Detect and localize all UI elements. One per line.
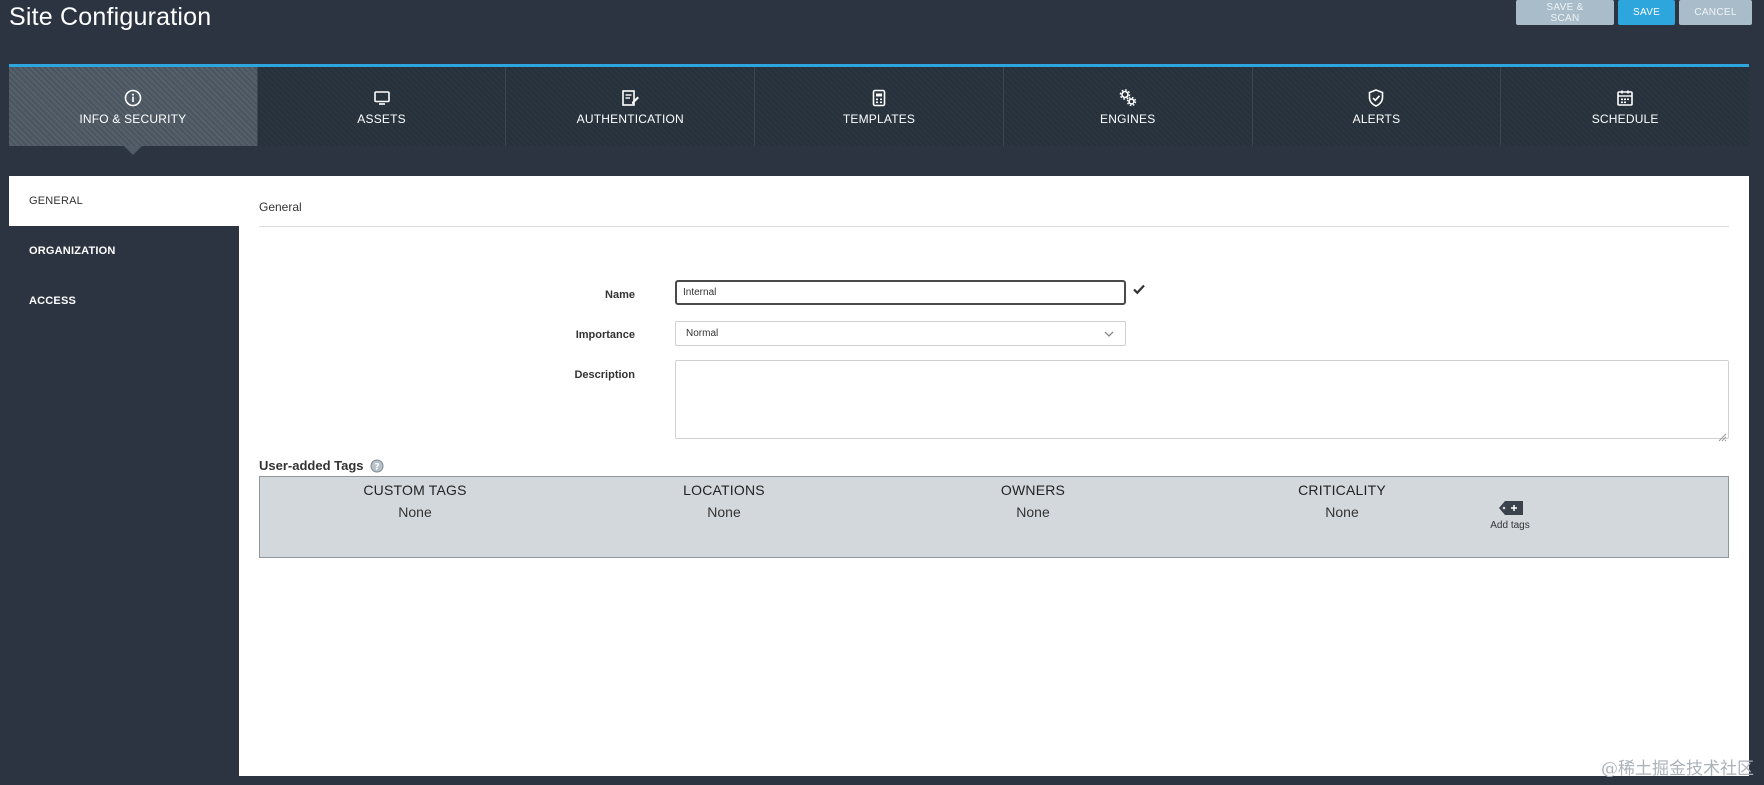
add-tags-button[interactable]: Add tags [1470, 499, 1550, 531]
section-title: General [259, 200, 302, 214]
description-textarea[interactable] [675, 360, 1729, 439]
tag-column-locations: LOCATIONS None [624, 482, 824, 520]
tag-column-custom-tags: CUSTOM TAGS None [315, 482, 515, 520]
tag-column-owners: OWNERS None [933, 482, 1133, 520]
tab-assets[interactable]: ASSETS [257, 67, 507, 146]
config-tabs: INFO & SECURITY ASSETS AUTHENTICATION TE… [9, 64, 1750, 155]
column-value: None [707, 504, 741, 520]
info-icon [123, 88, 143, 108]
sidebar-item-access[interactable]: ACCESS [9, 276, 239, 326]
save-and-scan-button[interactable]: SAVE & SCAN [1516, 0, 1614, 25]
calendar-icon [1615, 88, 1635, 108]
tag-column-criticality: CRITICALITY None [1242, 482, 1442, 520]
add-tags-label: Add tags [1490, 520, 1530, 531]
sidebar-item-general[interactable]: GENERAL [9, 176, 239, 226]
importance-value: Normal [686, 328, 719, 339]
general-panel: General Name Importance Normal Descripti… [239, 176, 1749, 776]
column-value: None [1325, 504, 1359, 520]
importance-select[interactable]: Normal [675, 321, 1126, 346]
tab-engines[interactable]: ENGINES [1003, 67, 1253, 146]
importance-label: Importance [575, 329, 635, 341]
add-tag-icon [1494, 499, 1526, 517]
settings-sidebar: GENERAL ORGANIZATION ACCESS [9, 176, 239, 776]
template-icon [869, 88, 889, 108]
tab-label: TEMPLATES [842, 111, 916, 126]
name-label: Name [605, 289, 635, 301]
svg-text:?: ? [374, 462, 379, 472]
watermark: @稀土掘金技术社区 [1601, 759, 1754, 779]
tab-authentication[interactable]: AUTHENTICATION [506, 67, 756, 146]
section-divider [259, 226, 1729, 227]
tags-heading: User-added Tags ? [259, 458, 384, 473]
tab-label: ASSETS [357, 111, 406, 126]
column-header: OWNERS [1000, 482, 1066, 498]
column-header: LOCATIONS [683, 482, 765, 498]
tab-info-security[interactable]: INFO & SECURITY [9, 67, 258, 155]
tags-table: CUSTOM TAGS None LOCATIONS None OWNERS N… [259, 476, 1729, 558]
checkmark-icon [1132, 282, 1146, 296]
gears-icon [1118, 88, 1138, 108]
chevron-down-icon [1103, 328, 1115, 340]
tab-templates[interactable]: TEMPLATES [755, 67, 1004, 146]
column-header: CRITICALITY [1298, 482, 1386, 498]
help-icon[interactable]: ? [370, 459, 384, 473]
top-actions: SAVE & SCAN SAVE CANCEL [1516, 0, 1752, 25]
tab-alerts[interactable]: ALERTS [1252, 67, 1502, 146]
shield-check-icon [1366, 88, 1386, 108]
edit-document-icon [620, 88, 640, 108]
description-label: Description [574, 369, 635, 381]
column-value: None [1016, 504, 1050, 520]
tab-label: SCHEDULE [1591, 111, 1659, 126]
save-button[interactable]: SAVE [1618, 0, 1675, 25]
sidebar-item-organization[interactable]: ORGANIZATION [9, 226, 239, 276]
tags-heading-text: User-added Tags [259, 458, 364, 473]
cancel-button[interactable]: CANCEL [1679, 0, 1752, 25]
resize-grip-icon[interactable] [1718, 429, 1727, 442]
tab-label: ALERTS [1352, 111, 1401, 126]
tab-label: INFO & SECURITY [79, 111, 187, 126]
page-title: Site Configuration [9, 3, 212, 31]
column-header: CUSTOM TAGS [363, 482, 467, 498]
tab-label: AUTHENTICATION [576, 111, 684, 126]
tab-schedule[interactable]: SCHEDULE [1501, 67, 1750, 146]
column-value: None [398, 504, 432, 520]
tab-label: ENGINES [1100, 111, 1156, 126]
site-configuration-page: Site Configuration SAVE & SCAN SAVE CANC… [0, 0, 1764, 785]
monitor-icon [372, 88, 392, 108]
name-input[interactable] [675, 280, 1126, 305]
